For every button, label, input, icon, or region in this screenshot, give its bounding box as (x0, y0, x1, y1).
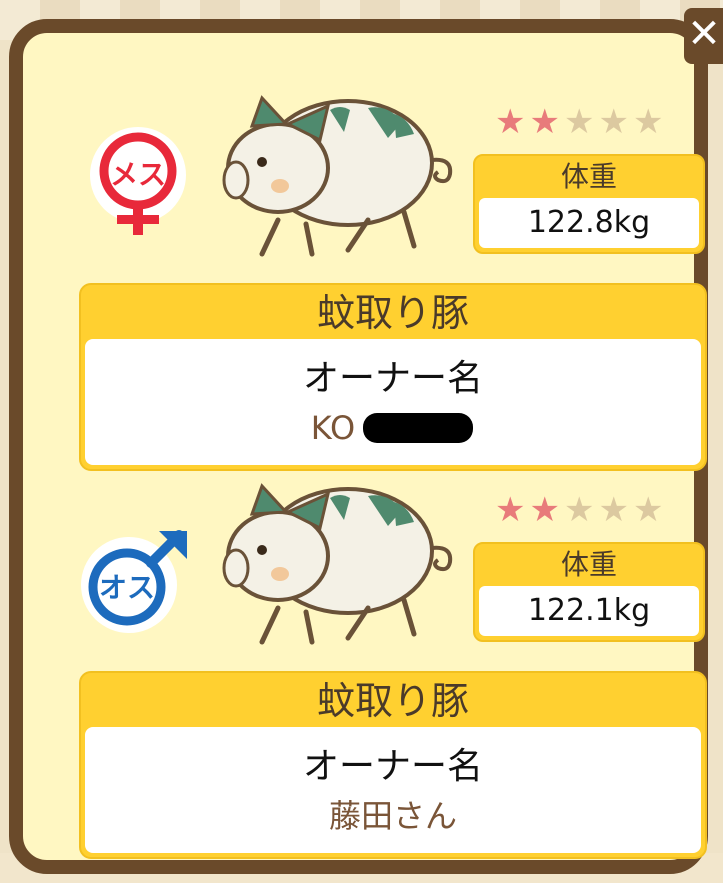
star-icon: ★ (632, 102, 664, 142)
female-symbol-icon: メス (79, 123, 197, 241)
gender-label: メス (110, 158, 166, 191)
owner-label: オーナー名 (302, 358, 483, 399)
star-icon: ★ (563, 490, 595, 530)
breed-name: 蚊取り豚 (316, 291, 469, 335)
breed-name: 蚊取り豚 (316, 679, 469, 723)
owner-info: オーナー名 KO (85, 339, 701, 465)
weight-panel: 体重 122.8kg (473, 154, 705, 254)
owner-name: 藤田さん (328, 797, 457, 835)
pig-illustration (218, 88, 463, 268)
pig-illustration (218, 476, 463, 656)
redaction-mark (362, 413, 473, 443)
weight-title: 体重 (560, 160, 617, 193)
rarity-stars: ★ ★ ★ ★ ★ (495, 105, 663, 139)
star-icon: ★ (529, 102, 560, 142)
star-icon: ★ (598, 102, 629, 142)
weight-value: 122.8kg (479, 198, 699, 248)
star-icon: ★ (529, 490, 560, 530)
weight-title: 体重 (560, 548, 617, 581)
weight-panel: 体重 122.1kg (473, 542, 705, 642)
owner-label: オーナー名 (302, 746, 483, 787)
star-icon: ★ (563, 102, 595, 142)
rarity-stars: ★ ★ ★ ★ ★ (495, 493, 663, 527)
star-icon: ★ (598, 490, 629, 530)
owner-info: オーナー名 藤田さん (85, 727, 701, 853)
gender-label: オス (99, 571, 155, 604)
star-icon: ★ (632, 490, 664, 530)
close-button[interactable]: ✕ (684, 8, 723, 64)
owner-panel: 蚊取り豚 オーナー名 KO (79, 283, 707, 471)
pig-info-modal: メス ★ ★ ★ ★ ★ 体重 122.8kg 蚊取り豚 オーナー名 KO オス… (9, 19, 708, 874)
star-icon: ★ (495, 490, 526, 530)
star-icon: ★ (495, 102, 526, 142)
owner-name: KO (311, 411, 475, 445)
male-symbol-icon: オス (79, 521, 197, 639)
weight-value: 122.1kg (479, 586, 699, 636)
owner-panel: 蚊取り豚 オーナー名 藤田さん (79, 671, 707, 859)
